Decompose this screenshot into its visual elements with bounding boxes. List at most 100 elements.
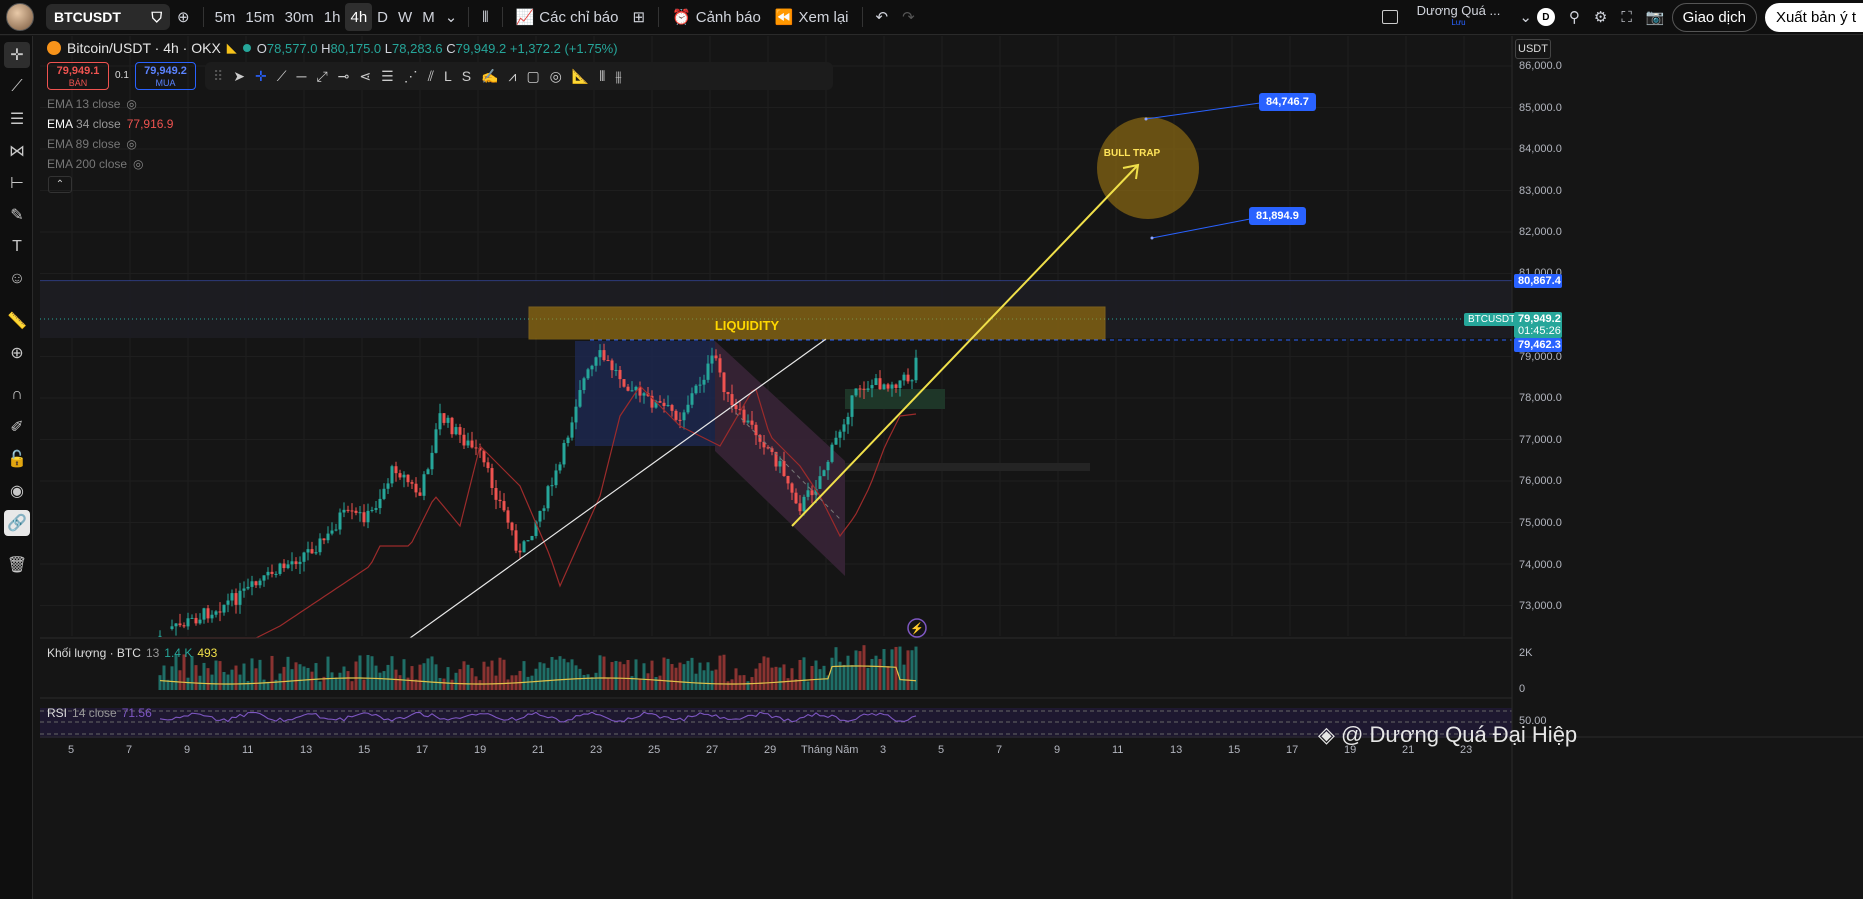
publish-button[interactable]: Xuất bản ý t [1764, 2, 1863, 32]
stay-in-drawing-icon[interactable]: ✐ [4, 414, 30, 440]
hline-tool-icon[interactable]: ─ [297, 68, 307, 84]
rectangle-tool-icon[interactable]: ▢ [526, 68, 539, 85]
link-icon[interactable]: 🔗 [4, 510, 30, 536]
tf-dropdown-icon[interactable]: ⌄ [440, 3, 463, 31]
yellow-arrow[interactable] [791, 165, 1138, 527]
volume-bar [382, 671, 386, 690]
eye-off-icon[interactable]: ◎ [133, 157, 143, 171]
tf-5m[interactable]: 5m [210, 3, 241, 31]
volume-bar [846, 655, 850, 690]
settings-button[interactable]: ⚙ [1587, 3, 1614, 31]
crosshair-tool-icon[interactable]: ✛ [255, 68, 267, 85]
line-tool-icon[interactable]: ⟋ [277, 68, 287, 85]
lock-icon[interactable]: 🔓 [4, 446, 30, 472]
pattern-icon[interactable]: ⋈ [4, 138, 30, 164]
target-callout-2[interactable]: 81,894.9 [1249, 207, 1306, 225]
quick-search-button[interactable]: ⚲ [1562, 3, 1587, 31]
volume-bar [410, 666, 414, 690]
tf-m[interactable]: M [417, 3, 440, 31]
candle-body [582, 378, 586, 391]
drag-handle-icon[interactable]: ⠿ [213, 68, 223, 85]
ema89-legend[interactable]: EMA 89 close ◎ [47, 137, 137, 151]
symbol-search[interactable]: BTCUSDT ⛉ [46, 4, 170, 30]
path-tool-icon[interactable]: ⋖ [359, 68, 371, 85]
eye-icon[interactable]: ◉ [4, 478, 30, 504]
tf-30m[interactable]: 30m [280, 3, 319, 31]
bull-trap-circle[interactable] [1097, 117, 1199, 219]
fan-tool-icon[interactable]: ⋰ [404, 68, 418, 85]
rsi-legend[interactable]: RSI 14 close 71.56 [47, 706, 152, 720]
tf-w[interactable]: W [393, 3, 417, 31]
liquidity-zone[interactable] [528, 306, 1106, 340]
indicators-button[interactable]: 📈 Các chỉ báo [509, 3, 626, 31]
channel-tool-icon[interactable]: ☰ [381, 68, 394, 85]
tf-15m[interactable]: 15m [240, 3, 279, 31]
snapshot-button[interactable]: 📷 [1639, 3, 1672, 31]
ema34-legend[interactable]: EMA 34 close 77,916.9 [47, 117, 173, 131]
ema13-legend[interactable]: EMA 13 close ◎ [47, 97, 137, 111]
brush-tool-icon[interactable]: ✍ [481, 68, 498, 85]
trash-icon[interactable]: 🗑 [4, 552, 30, 578]
currency-select[interactable]: USDT [1515, 39, 1551, 59]
brush-icon[interactable]: ✎ [4, 202, 30, 228]
emoji-icon[interactable]: ☺ [4, 266, 30, 292]
redo-button[interactable]: ↷ [895, 3, 922, 31]
undo-button[interactable]: ↶ [869, 3, 896, 31]
bars-tool-icon[interactable]: ⫴ [599, 68, 605, 85]
buy-button[interactable]: 79,949.2 MUA [135, 62, 196, 90]
volume-bar [558, 656, 562, 690]
trend-line-icon[interactable]: ⟋ [4, 74, 30, 100]
tf-4h[interactable]: 4h [345, 3, 373, 31]
zoom-in-icon[interactable]: ⊕ [4, 340, 30, 366]
ema200-name: EMA 200 close [47, 157, 128, 171]
circle-tool-icon[interactable]: ◎ [550, 68, 562, 85]
segment-tool-icon[interactable]: ⊸ [338, 68, 350, 85]
collapse-legend-button[interactable]: ⌃ [48, 176, 72, 193]
short-tool-icon[interactable]: S [462, 68, 471, 84]
candle-body [238, 590, 242, 605]
candle-body [670, 405, 674, 411]
candle-body [846, 416, 850, 425]
forecast-icon[interactable]: ⊢ [4, 170, 30, 196]
cursor-icon[interactable]: ➤ [233, 68, 245, 85]
symbol-settings-icon[interactable]: ⛉ [152, 9, 163, 26]
volume-bar [526, 676, 530, 690]
target-callout-1[interactable]: 84,746.7 [1259, 93, 1316, 111]
price-chart[interactable]: LIQUIDITY BULL TRAP ⚡ [40, 36, 1863, 899]
fullscreen-button[interactable]: ⛶ [1614, 3, 1639, 31]
volume-bar [530, 675, 534, 690]
volume-bar [498, 657, 502, 690]
text-icon[interactable]: T [4, 234, 30, 260]
tf-d[interactable]: D [372, 3, 393, 31]
chart-type-button[interactable]: ⫴ [475, 3, 495, 31]
measure-tool-icon[interactable]: 📐 [572, 68, 589, 85]
ruler-icon[interactable]: 📏 [4, 308, 30, 334]
layout-select[interactable]: Dương Quá ... Lưu ⌄ D [1375, 3, 1562, 31]
candle-body [786, 476, 790, 484]
trade-button[interactable]: Giao dịch [1671, 2, 1757, 32]
long-tool-icon[interactable]: L [444, 68, 452, 84]
ema200-legend[interactable]: EMA 200 close ◎ [47, 157, 144, 171]
replay-button[interactable]: ⏪ Xem lại [768, 3, 856, 31]
eye-off-icon[interactable]: ◎ [126, 97, 136, 111]
add-symbol-button[interactable]: ⊕ [170, 3, 197, 31]
parallel-tool-icon[interactable]: ⫽ [428, 68, 434, 85]
volume-bar [778, 667, 782, 690]
rsi-value: 71.56 [121, 706, 152, 720]
fib-icon[interactable]: ☰ [4, 106, 30, 132]
symbol-title[interactable]: Bitcoin/USDT · 4h · OKX [67, 40, 221, 56]
ray-tool-icon[interactable]: ⤢ [316, 68, 327, 85]
eye-off-icon[interactable]: ◎ [126, 137, 136, 151]
user-avatar[interactable] [6, 3, 34, 31]
tf-1h[interactable]: 1h [319, 3, 346, 31]
polyline-tool-icon[interactable]: ⩘ [509, 68, 517, 85]
candles-tool-icon[interactable]: ⫵ [615, 68, 621, 85]
volume-legend[interactable]: Khối lượng · BTC 13 1.4 K 493 [47, 646, 217, 660]
flag-icon[interactable]: ◣ [227, 40, 237, 56]
magnet-icon[interactable]: ∩ [4, 382, 30, 408]
sell-button[interactable]: 79,949.1 BÁN [47, 62, 109, 90]
time-label: 7 [996, 744, 1003, 756]
crosshair-icon[interactable]: ✛ [4, 42, 30, 68]
templates-button[interactable]: ⊞ [625, 3, 652, 31]
alerts-button[interactable]: ⏰ Cảnh báo [665, 3, 768, 31]
